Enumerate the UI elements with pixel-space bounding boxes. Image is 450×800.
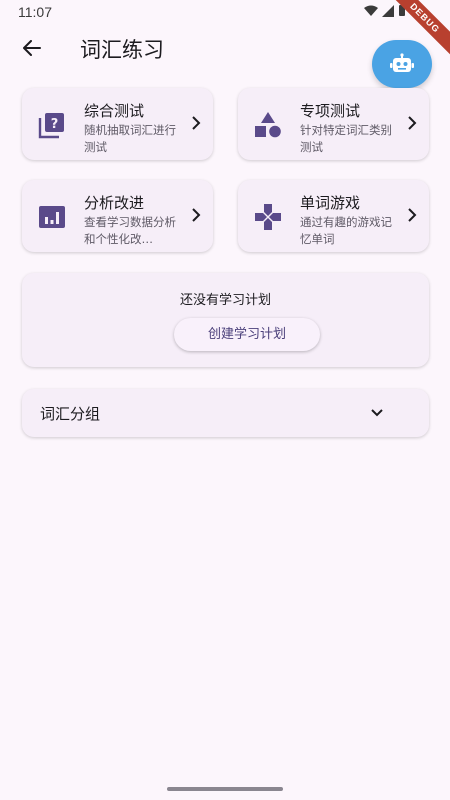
signal-icon [382, 4, 394, 17]
chevron-right-icon [192, 116, 201, 130]
wifi-icon [364, 5, 378, 16]
special-test-card[interactable]: 专项测试 针对特定词汇类别测试 [238, 88, 429, 160]
card-title: 专项测试 [300, 102, 361, 120]
chevron-right-icon [408, 208, 417, 222]
study-plan-card: 还没有学习计划 创建学习计划 [22, 273, 429, 367]
home-indicator[interactable] [167, 787, 283, 791]
card-description: 随机抽取词汇进行测试 [84, 123, 176, 154]
card-title: 分析改进 [84, 194, 145, 212]
analytics-icon [39, 206, 65, 228]
category-icon [255, 112, 281, 138]
chevron-right-icon [408, 116, 417, 130]
card-title: 单词游戏 [300, 194, 361, 212]
quiz-icon: ? [38, 113, 64, 139]
card-description: 针对特定词汇类别测试 [300, 123, 392, 154]
back-button[interactable] [16, 32, 48, 64]
create-plan-button[interactable]: 创建学习计划 [174, 318, 320, 351]
card-description: 通过有趣的游戏记忆单词 [300, 215, 392, 246]
robot-icon [390, 53, 414, 72]
vocabulary-groups-expander[interactable]: 词汇分组 [22, 389, 429, 437]
gamepad-icon [255, 204, 281, 230]
analysis-card[interactable]: 分析改进 查看学习数据分析和个性化改… [22, 180, 213, 252]
empty-plan-text: 还没有学习计划 [179, 293, 271, 308]
comprehensive-test-card[interactable]: ? 综合测试 随机抽取词汇进行测试 [22, 88, 213, 160]
assistant-fab[interactable] [372, 40, 432, 88]
chevron-down-icon [371, 409, 383, 417]
status-icons [364, 4, 406, 17]
page-title: 词汇练习 [80, 38, 164, 62]
card-description: 查看学习数据分析和个性化改… [84, 215, 176, 246]
arrow-back-icon [23, 40, 41, 56]
chevron-right-icon [192, 208, 201, 222]
card-title: 综合测试 [84, 102, 145, 120]
svg-text:?: ? [51, 117, 59, 132]
status-time: 11:07 [18, 4, 52, 20]
vocabulary-groups-label: 词汇分组 [40, 405, 101, 423]
word-game-card[interactable]: 单词游戏 通过有趣的游戏记忆单词 [238, 180, 429, 252]
status-bar: 11:07 [0, 0, 450, 24]
